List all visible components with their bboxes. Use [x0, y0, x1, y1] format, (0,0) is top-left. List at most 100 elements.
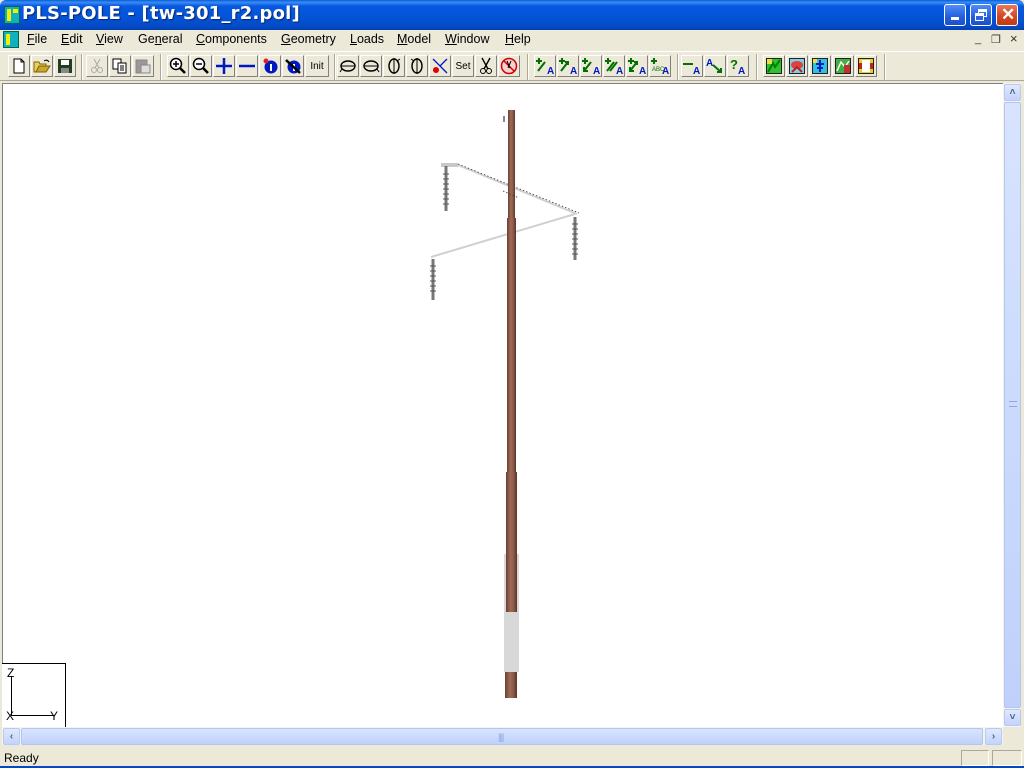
open-icon [33, 59, 51, 73]
status-pane-1 [961, 750, 989, 766]
label-line-icon: A [683, 63, 700, 75]
label-add-2-button[interactable]: A [557, 55, 579, 77]
axis-x-label: X [6, 709, 15, 723]
rotate-x-ccw-icon [339, 60, 356, 73]
window-title: PLS-POLE - [tw-301_r2.pol] [22, 3, 300, 24]
rotate-x-cw-icon [363, 60, 380, 73]
shrink-button[interactable] [236, 55, 258, 77]
svg-text:A: A [616, 66, 623, 75]
init-view-button[interactable]: Init [305, 55, 329, 77]
document-icon[interactable] [3, 31, 19, 48]
scroll-up-button[interactable]: ˄ [1004, 84, 1021, 101]
label-line-button[interactable]: A [681, 55, 703, 77]
menu-components[interactable]: Components [196, 32, 267, 46]
app-icon[interactable] [4, 6, 20, 24]
minimize-button[interactable] [944, 4, 966, 26]
menu-general[interactable]: General [138, 32, 182, 46]
rotate-z-cw-button[interactable] [406, 55, 428, 77]
render-model-button[interactable] [809, 55, 831, 77]
select-joints-button[interactable] [429, 55, 451, 77]
label-add-1-icon: A [536, 58, 554, 75]
label-add-3-button[interactable]: A [580, 55, 602, 77]
select-joints-icon [432, 58, 448, 74]
info-hide-icon [285, 59, 301, 74]
app-window: PLS-POLE - [tw-301_r2.pol] ✕ File Edit V… [0, 0, 1024, 768]
vertical-scroll-thumb[interactable] [1004, 102, 1021, 708]
status-text: Ready [4, 751, 39, 765]
label-arrow-button[interactable]: A [704, 55, 726, 77]
enlarge-button[interactable] [213, 55, 235, 77]
menu-view[interactable]: View [96, 32, 123, 46]
rotate-x-ccw-button[interactable] [337, 55, 359, 77]
menu-window[interactable]: Window [445, 32, 489, 46]
cut-icon [91, 58, 103, 73]
scroll-grip: |||| [498, 732, 504, 742]
scroll-down-button[interactable]: ˅ [1004, 709, 1021, 726]
title-bar[interactable]: PLS-POLE - [tw-301_r2.pol] ✕ [0, 0, 1024, 30]
label-query-button[interactable]: ? A [727, 55, 749, 77]
no-cut-button[interactable] [498, 55, 520, 77]
rotate-x-cw-button[interactable] [360, 55, 382, 77]
scroll-right-button[interactable]: › [985, 728, 1002, 745]
menu-help[interactable]: Help [505, 32, 531, 46]
svg-text:A: A [547, 66, 554, 75]
render-stress-button[interactable] [832, 55, 854, 77]
horizontal-scroll-thumb[interactable]: |||| [21, 728, 983, 745]
paste-icon [135, 59, 151, 74]
save-button[interactable] [54, 55, 76, 77]
scroll-left-button[interactable]: ‹ [3, 728, 20, 745]
label-add-abc-button[interactable]: ABC A [649, 55, 671, 77]
rotate-z-ccw-button[interactable] [383, 55, 405, 77]
status-pane-2 [992, 750, 1022, 766]
vertical-scrollbar[interactable]: ˄ ˅ [1003, 83, 1021, 727]
cut-view-button[interactable] [475, 55, 497, 77]
render-3d-icon [766, 58, 782, 74]
close-button[interactable]: ✕ [996, 4, 1018, 26]
svg-text:?: ? [730, 57, 738, 72]
label-add-4-button[interactable]: A [603, 55, 625, 77]
insulator-upper-left-sheds [443, 173, 449, 205]
crossarm-upper [457, 164, 578, 215]
pole-butt [505, 672, 517, 698]
axis-y-label: Y [50, 709, 59, 723]
copy-button[interactable] [109, 55, 131, 77]
render-section-button[interactable] [855, 55, 877, 77]
model-viewport[interactable]: Z X Y [2, 83, 1003, 727]
pole-middle-section [507, 218, 516, 474]
label-add-1-button[interactable]: A [534, 55, 556, 77]
zoom-in-button[interactable] [167, 55, 189, 77]
mdi-minimize-button[interactable]: _ [975, 33, 981, 45]
crossarm-lower [430, 213, 576, 258]
new-icon [13, 58, 25, 74]
label-add-2-icon: A [559, 58, 577, 75]
cut-button[interactable] [86, 55, 108, 77]
svg-text:A: A [706, 58, 713, 69]
info-button[interactable] [259, 55, 281, 77]
menu-edit[interactable]: Edit [61, 32, 83, 46]
menu-geometry[interactable]: Geometry [281, 32, 336, 46]
mdi-close-button[interactable]: × [1010, 31, 1018, 46]
horizontal-scrollbar[interactable]: ‹ |||| › [2, 727, 1003, 745]
info-icon [263, 58, 278, 74]
menu-model[interactable]: Model [397, 32, 431, 46]
menu-loads[interactable]: Loads [350, 32, 384, 46]
minimize-icon [951, 17, 959, 20]
zoom-in-icon [169, 57, 186, 74]
menu-file[interactable]: File [27, 32, 47, 46]
zoom-out-button[interactable] [190, 55, 212, 77]
svg-text:A: A [593, 66, 600, 75]
open-button[interactable] [31, 55, 53, 77]
new-button[interactable] [8, 55, 30, 77]
rotate-z-cw-icon [410, 58, 423, 74]
label-add-5-button[interactable]: A [626, 55, 648, 77]
paste-button[interactable] [132, 55, 154, 77]
set-view-button[interactable]: Set [452, 55, 474, 77]
restore-button[interactable] [970, 4, 992, 26]
mdi-restore-button[interactable]: ❐ [991, 33, 1001, 46]
insulator-upper-right-sheds [572, 223, 578, 255]
render-stress-icon [835, 58, 851, 74]
render-3d-button[interactable] [763, 55, 785, 77]
enlarge-icon [216, 58, 232, 74]
info-hide-button[interactable] [282, 55, 304, 77]
render-deflection-button[interactable] [786, 55, 808, 77]
